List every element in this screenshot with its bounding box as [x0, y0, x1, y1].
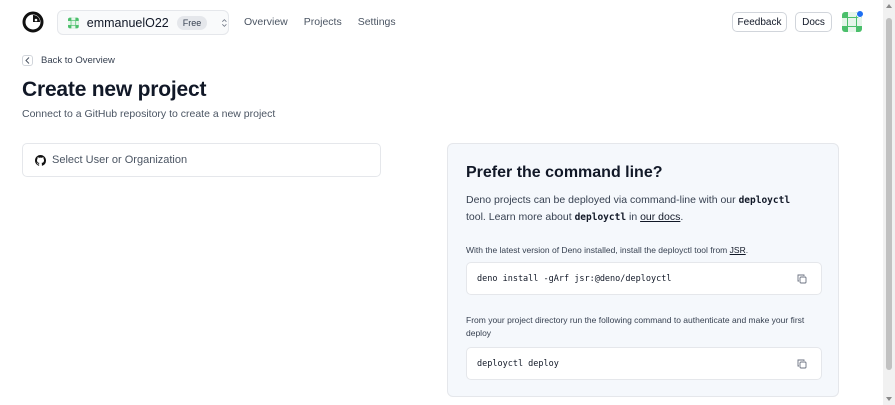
cli-desc-part3: in	[628, 211, 638, 223]
jsr-link[interactable]: JSR	[730, 245, 746, 255]
install-command[interactable]: deno install -gArf jsr:@deno/deployctl	[477, 274, 671, 284]
deploy-command-box[interactable]: deployctl deploy	[466, 347, 822, 380]
scroll-down-icon[interactable]	[886, 397, 892, 401]
chevron-left-icon	[22, 55, 33, 66]
github-icon	[35, 154, 46, 166]
main-nav: Overview Projects Settings	[244, 16, 396, 28]
nav-overview[interactable]: Overview	[244, 16, 288, 28]
step1-text: With the latest version of Deno installe…	[466, 245, 728, 255]
page-title: Create new project	[22, 78, 207, 101]
nav-settings[interactable]: Settings	[358, 16, 396, 28]
scroll-up-icon[interactable]	[886, 4, 892, 8]
notification-dot	[856, 10, 864, 18]
nav-projects[interactable]: Projects	[304, 16, 342, 28]
feedback-button[interactable]: Feedback	[732, 12, 787, 32]
period: .	[680, 211, 684, 223]
cli-desc-part1: Deno projects can be deployed via comman…	[466, 194, 736, 206]
cli-title: Prefer the command line?	[466, 164, 663, 181]
tool-name-inline: deployctl	[574, 212, 627, 223]
chevron-up-down-icon	[222, 18, 227, 27]
step2-text: From your project directory run the foll…	[466, 315, 805, 338]
deploy-command[interactable]: deployctl deploy	[477, 359, 559, 369]
select-placeholder: Select User or Organization	[52, 154, 188, 166]
scroll-thumb[interactable]	[886, 18, 892, 370]
docs-button[interactable]: Docs	[795, 12, 832, 32]
top-navigation: emmanuelO22 Free Overview Projects Setti…	[0, 0, 883, 44]
page-subtitle: Connect to a GitHub repository to create…	[22, 108, 276, 120]
back-label: Back to Overview	[41, 55, 115, 66]
copy-icon[interactable]	[797, 274, 807, 284]
tool-name: deployctl	[738, 195, 791, 206]
scrollbar[interactable]	[883, 0, 895, 405]
org-switcher[interactable]: emmanuelO22 Free	[57, 10, 229, 35]
org-name: emmanuelO22	[86, 15, 169, 30]
plan-badge: Free	[176, 15, 208, 30]
step1-period: .	[745, 245, 749, 255]
org-avatar-icon	[68, 17, 79, 28]
our-docs-link[interactable]: our docs	[640, 211, 680, 223]
cli-description: Deno projects can be deployed via comman…	[466, 192, 828, 226]
select-user-or-organization[interactable]: Select User or Organization	[22, 143, 381, 177]
command-line-card: Prefer the command line? Deno projects c…	[447, 143, 839, 397]
deno-logo-icon[interactable]	[22, 11, 44, 33]
step1-instructions: With the latest version of Deno installe…	[466, 244, 828, 257]
copy-icon[interactable]	[797, 359, 807, 369]
install-command-box[interactable]: deno install -gArf jsr:@deno/deployctl	[466, 262, 822, 295]
cli-desc-part2: tool. Learn more about	[466, 211, 572, 223]
back-to-overview-link[interactable]: Back to Overview	[22, 55, 115, 66]
